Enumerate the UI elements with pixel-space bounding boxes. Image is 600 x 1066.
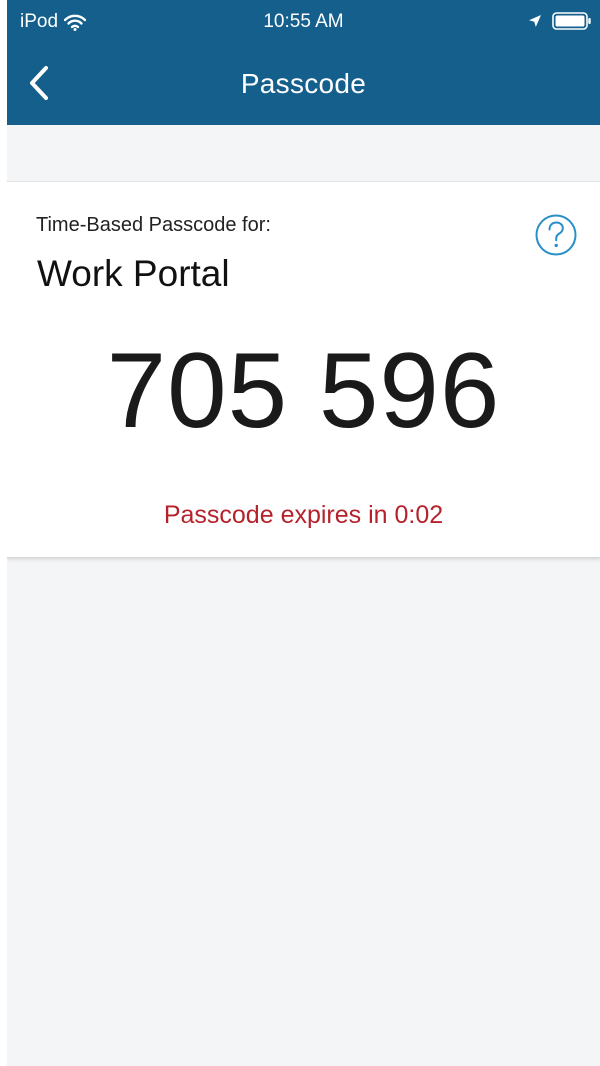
help-button[interactable] (534, 213, 578, 257)
question-circle-icon (535, 214, 577, 256)
page-title: Passcode (240, 68, 367, 99)
passcode-card: Time-Based Passcode for: Work Portal 705… (7, 181, 600, 558)
passcode-value: 705 596 (106, 330, 501, 450)
passcode-for-label: Time-Based Passcode for: (36, 214, 271, 236)
account-name: Work Portal (37, 253, 230, 294)
app-screen: iPod 10:55 AM Passcode Time-Based Passco… (7, 0, 600, 1066)
status-time: 10:55 AM (263, 11, 344, 32)
expiry-countdown: Passcode expires in 0:02 (163, 501, 444, 529)
location-arrow-icon (529, 15, 541, 27)
status-bar: iPod 10:55 AM (7, 0, 600, 44)
top-bar: iPod 10:55 AM Passcode (7, 0, 600, 125)
battery-icon (552, 12, 591, 30)
navigation-bar: Passcode (7, 50, 600, 116)
status-right-group (528, 12, 592, 30)
